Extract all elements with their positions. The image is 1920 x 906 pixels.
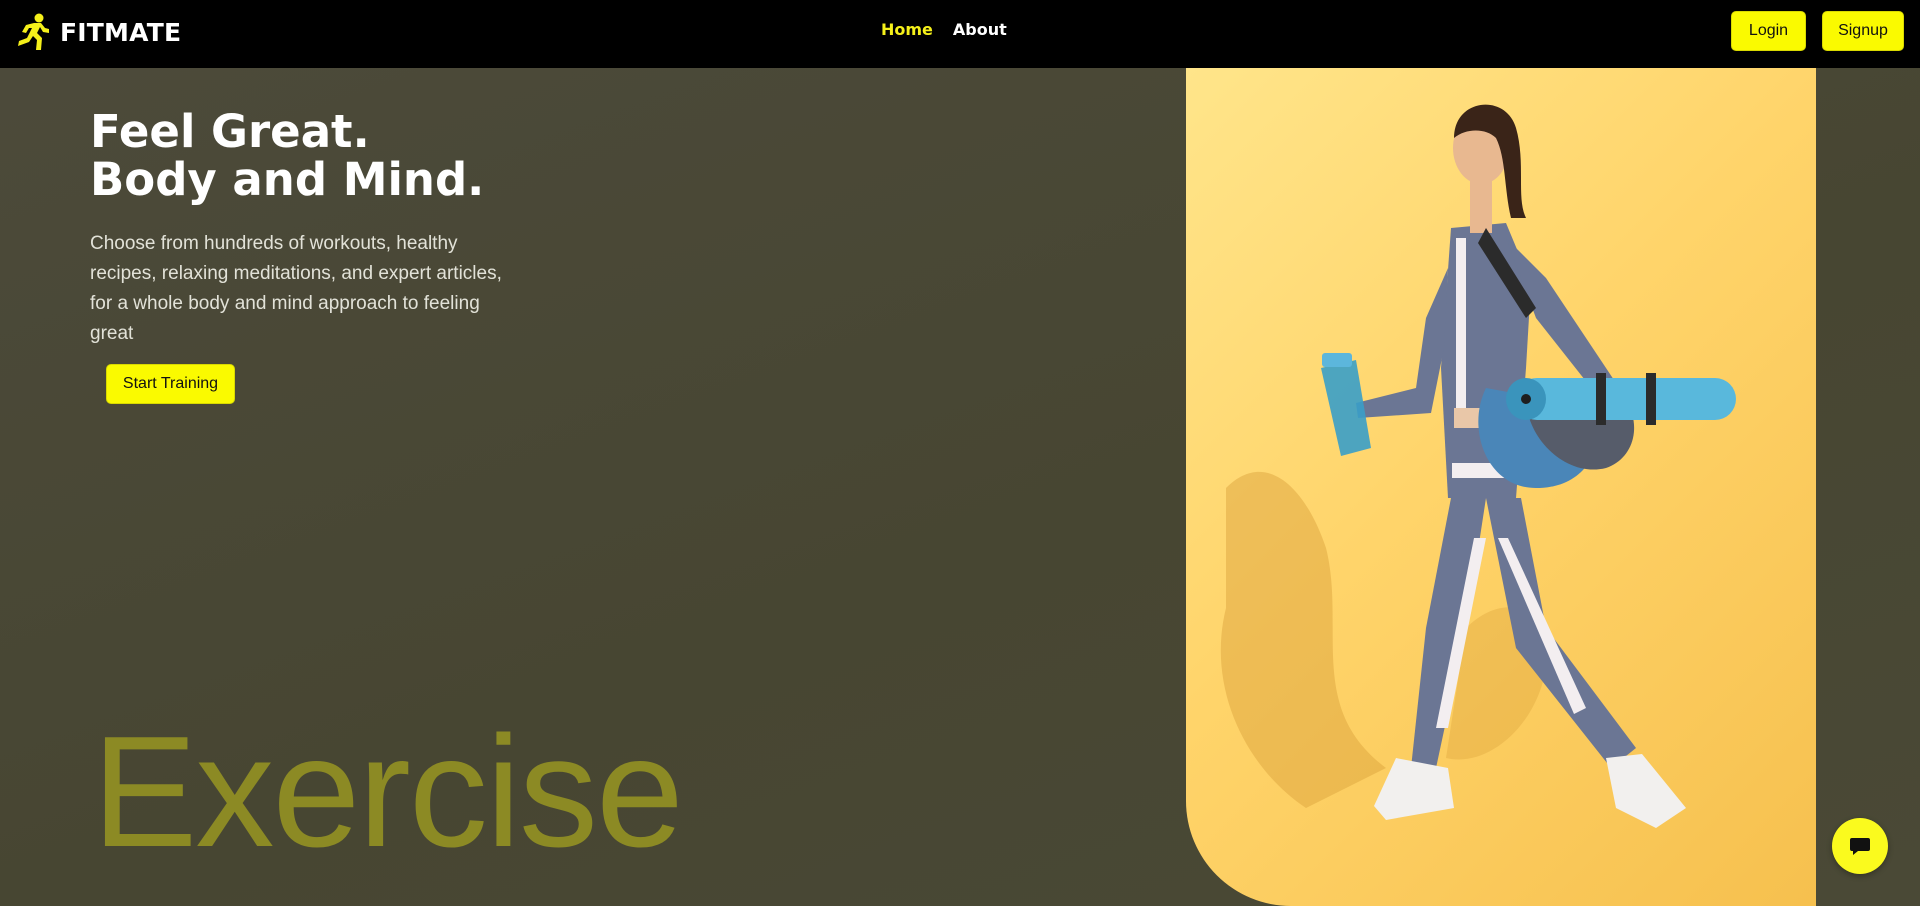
signup-button[interactable]: Signup — [1822, 11, 1904, 51]
chat-button[interactable] — [1832, 818, 1888, 874]
hero-description: Choose from hundreds of workouts, health… — [90, 233, 502, 344]
hero-title-line-2: Body and Mind. — [90, 153, 485, 206]
navbar: FITMATE Home About Login Signup — [0, 0, 1920, 68]
hero-title-line-1: Feel Great. — [90, 105, 370, 158]
hero-image — [1186, 68, 1816, 906]
nav-about-link[interactable]: About — [953, 20, 1007, 39]
hero-title: Feel Great. Body and Mind. — [90, 108, 484, 204]
brand-name: FITMATE — [60, 17, 182, 47]
running-person-icon — [18, 13, 49, 50]
brand-logo[interactable]: FITMATE — [12, 12, 181, 52]
main-nav: Home About — [881, 20, 1007, 39]
hero-big-word: Exercise — [92, 704, 684, 880]
login-button[interactable]: Login — [1731, 11, 1806, 51]
woman-walking-illustration — [1220, 104, 1736, 828]
chat-bubble-icon — [1850, 838, 1870, 855]
nav-home-link[interactable]: Home — [881, 20, 933, 39]
start-training-button[interactable]: Start Training — [106, 364, 235, 404]
